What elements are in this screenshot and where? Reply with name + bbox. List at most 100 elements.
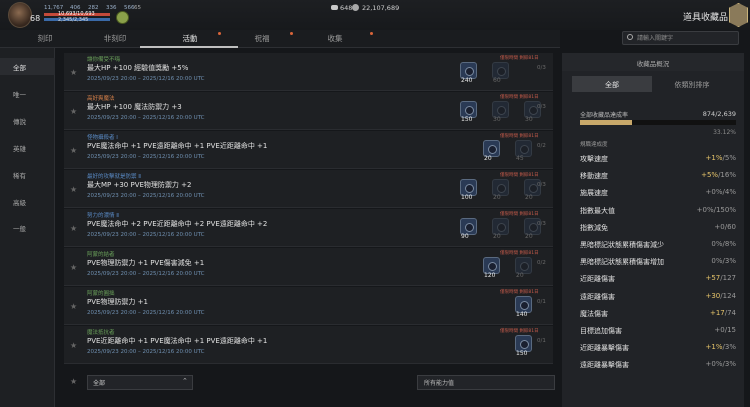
completion-percent: 33.12%	[713, 129, 736, 136]
stat-value: +1%/3%	[706, 343, 736, 351]
collection-row[interactable]: ★ 高好爽魔法 最大HP +100 魔法防禦力 +3 2025/09/23 20:00…	[64, 92, 553, 130]
collection-title: 阿蒙的結者	[87, 252, 115, 258]
item-count: 150	[516, 350, 528, 357]
item-count: 60	[493, 77, 501, 84]
stat-value: +1%/5%	[706, 154, 736, 162]
stat-row: 攻擊速度 +1%/5%	[580, 154, 736, 166]
collection-row[interactable]: ★ 努力的濃情 Ⅱ PVE魔法命中 +2 PVE近距離命中 +2 PVE遠距離命中 …	[64, 209, 553, 247]
collection-period: 2025/09/23 20:00 – 2025/12/16 20:00 UTC	[87, 193, 205, 199]
sidebar-item-unique[interactable]: 唯一	[13, 89, 26, 99]
stat-current: +5%	[701, 171, 719, 180]
stat-name: 移動速度	[580, 172, 608, 181]
collection-row[interactable]: ★ 怪物攝殺者 Ⅰ PVE魔法命中 +1 PVE遠距離命中 +1 PVE近距離命中 …	[64, 131, 553, 169]
filter-value: 所有能力值	[424, 380, 455, 387]
favorite-star-icon[interactable]: ★	[70, 341, 77, 350]
collection-effect: PVE近距離命中 +1 PVE魔法命中 +1 PVE遠距離命中 +1	[87, 337, 268, 345]
stat-max: /150%	[713, 205, 736, 214]
favorite-star-icon[interactable]: ★	[70, 146, 77, 155]
item-count: 150	[461, 116, 473, 123]
collection-period: 2025/09/23 20:00 – 2025/12/16 20:00 UTC	[87, 154, 205, 160]
window-title: 道具收藏品	[683, 13, 729, 23]
item-count: 100	[461, 194, 473, 201]
emblem-icon	[729, 3, 748, 27]
stat-name: 指數減免	[580, 223, 608, 232]
sidebar-item-legendary[interactable]: 傳說	[13, 116, 26, 126]
favorite-star-icon[interactable]: ★	[70, 224, 77, 233]
stat-row: 遠距離傷害 +30/124	[580, 292, 736, 304]
favorite-star-icon[interactable]: ★	[70, 263, 77, 272]
collection-title: 怪物攝殺者 Ⅰ	[87, 135, 118, 141]
favorite-star-icon[interactable]: ★	[70, 185, 77, 194]
stat-value: 0%/3%	[711, 257, 736, 265]
stat-row: 魔法傷害 +17/74	[580, 309, 736, 321]
sidebar-item-all[interactable]: 全部	[13, 62, 26, 72]
item-count: 20	[493, 194, 501, 201]
chevron-up-icon: ⌃	[182, 377, 188, 385]
tab-non-engraved[interactable]: 非刻印	[75, 33, 155, 44]
item-count: 20	[516, 272, 524, 279]
registration-progress: 0/2	[537, 143, 546, 149]
stat-row: 黑暗標記狀態累積傷害減少 0%/8%	[580, 240, 736, 252]
silver-amount: 648	[340, 4, 353, 12]
stat-value: +0/15	[714, 326, 736, 334]
dropdown-value: 全部	[93, 380, 106, 387]
silver-icon	[331, 5, 338, 10]
stat-max: /15	[724, 326, 736, 334]
collection-effect: 最大MP +30 PVE物理防禦力 +2	[87, 181, 192, 189]
sidebar-item-heroic[interactable]: 英雄	[13, 143, 26, 153]
tab-engraved[interactable]: 刻印	[5, 33, 85, 44]
item-count: 30	[493, 116, 501, 123]
item-count: 20	[525, 233, 533, 240]
tab-collect[interactable]: 收集	[295, 33, 375, 44]
stat-current: +1%	[705, 343, 723, 352]
stat-row: 指數減免 +0/60	[580, 223, 736, 235]
stat-row: 近距離暴擊傷害 +1%/3%	[580, 343, 736, 355]
stat-max: /16%	[718, 171, 736, 180]
collection-row[interactable]: ★ 最好的攻擊就是防禦 Ⅱ 最大MP +30 PVE物理防禦力 +2 2025/09/…	[64, 170, 553, 208]
stat-current: +0%	[696, 205, 714, 214]
collection-row[interactable]: ★ 魔法抵抗者 PVE近距離命中 +1 PVE魔法命中 +1 PVE遠距離命中 +1…	[64, 326, 553, 364]
favorite-star-icon[interactable]: ★	[70, 302, 77, 311]
registration-progress: 0/3	[537, 221, 546, 227]
favorite-star-icon[interactable]: ★	[70, 107, 77, 116]
stat-current: +0	[714, 222, 725, 231]
registration-progress: 0/3	[537, 104, 546, 110]
stat-current: +1%	[705, 154, 723, 162]
panel-tab-all[interactable]: 全部	[572, 80, 652, 90]
stat-current: +0	[714, 326, 725, 334]
sidebar-item-rare[interactable]: 稀有	[13, 170, 26, 180]
star-icon[interactable]: ★	[70, 377, 77, 386]
stat-row: 近距離傷害 +57/127	[580, 274, 736, 286]
collection-title: 阿蒙的圓拙	[87, 291, 115, 297]
collection-effect: PVE魔法命中 +1 PVE遠距離命中 +1 PVE近距離命中 +1	[87, 142, 268, 150]
panel-title: 收藏品概況	[636, 60, 670, 68]
total-completion-value: 874/2,639	[702, 110, 736, 118]
stat-current: +30	[705, 291, 721, 300]
collection-row[interactable]: ★ 讓你備受不嗨 最大HP +100 經驗值獎勵 +5% 2025/09/23 20:…	[64, 53, 553, 91]
stat-name: 黑暗標記狀態累積傷害減少	[580, 241, 664, 249]
stat-max: /8%	[722, 240, 736, 248]
stat-row: 施展速度 +0%/4%	[580, 188, 736, 200]
item-count: 90	[461, 233, 469, 240]
sidebar-item-common[interactable]: 一般	[13, 223, 26, 233]
stat-value: +0%/3%	[706, 360, 736, 368]
stat-max: /3%	[722, 360, 736, 369]
buff-icon[interactable]	[116, 11, 129, 24]
favorite-star-icon[interactable]: ★	[70, 68, 77, 77]
panel-tab-by-category[interactable]: 依類別排序	[652, 80, 732, 90]
registration-progress: 0/1	[537, 299, 546, 305]
collection-list: ★ 讓你備受不嗨 最大HP +100 經驗值獎勵 +5% 2025/09/23 20:…	[64, 53, 554, 365]
sidebar-item-advanced[interactable]: 高級	[13, 197, 26, 207]
collection-title: 高好爽魔法	[87, 96, 115, 102]
stat-value: +5%/16%	[701, 171, 736, 179]
stat-name: 攻擊速度	[580, 155, 608, 163]
stat-max: /4%	[722, 188, 736, 197]
collection-effect: PVE魔法命中 +2 PVE近距離命中 +2 PVE遠距離命中 +2	[87, 220, 268, 228]
character-portrait[interactable]	[8, 2, 32, 28]
stat-current: 0%	[711, 257, 723, 266]
item-count: 240	[461, 77, 473, 84]
collection-row[interactable]: ★ 阿蒙的圓拙 PVE物理防禦力 +1 2025/09/23 20:00 – 2025…	[64, 287, 553, 325]
collection-row[interactable]: ★ 阿蒙的結者 PVE物理防禦力 +1 PVE傷害減免 +1 2025/09/23 2…	[64, 248, 553, 286]
stat-value: +0%/150%	[697, 206, 736, 214]
collection-effect: 最大HP +100 經驗值獎勵 +5%	[87, 64, 189, 72]
